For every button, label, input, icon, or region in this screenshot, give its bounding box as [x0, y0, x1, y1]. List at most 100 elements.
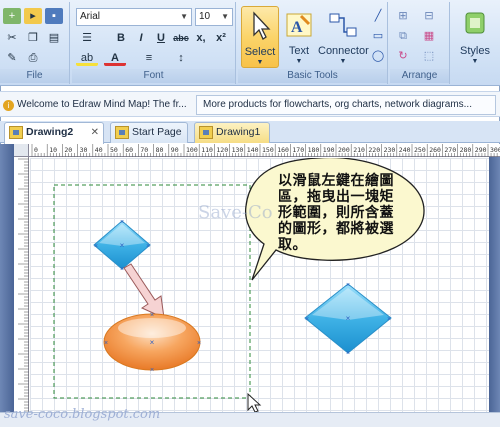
styles-button[interactable]: Styles ▼: [454, 6, 496, 68]
ruler-corner: [14, 144, 29, 157]
align-icon[interactable]: ≡: [138, 50, 160, 66]
ruler-tick-label: 90: [171, 146, 179, 154]
large-diamond-shape[interactable]: × × × × ×: [304, 282, 392, 357]
rotate-icon[interactable]: ↻: [394, 48, 412, 64]
copy-icon[interactable]: ❐: [24, 30, 42, 46]
bullets-icon[interactable]: ☰: [76, 30, 98, 46]
superscript-button[interactable]: x²: [212, 30, 230, 46]
document-tabs: Drawing2 ✕ Start Page Drawing1: [0, 121, 500, 144]
svg-text:×: ×: [387, 316, 391, 323]
ruler-tick-label: 210: [353, 146, 365, 154]
svg-text:×: ×: [150, 338, 155, 347]
size-icon[interactable]: ⬚: [420, 48, 438, 64]
ruler-tick-label: 30: [80, 146, 88, 154]
group-shapes-icon[interactable]: ⧉: [394, 28, 412, 44]
paste-icon[interactable]: ▤: [45, 30, 63, 46]
ruler-tick-label: 110: [201, 146, 213, 154]
drawing-icon: [199, 126, 213, 139]
footer-watermark: save-coco.blogspot.com: [4, 407, 161, 422]
ruler-tick-label: 270: [444, 146, 456, 154]
ruler-tick-label: 240: [399, 146, 411, 154]
tab-start-page[interactable]: Start Page: [110, 122, 188, 143]
text-tool-button[interactable]: A Text ▼: [280, 6, 318, 68]
drawing-canvas[interactable]: × × × × × × × × × × × × × × × Save-Co 以滑…: [30, 158, 489, 412]
group-arrange: ⊞ ⊟ ⧉ ▦ ↻ ⬚ Arrange: [390, 2, 450, 84]
ruler-tick-label: 190: [323, 146, 335, 154]
ruler-tick-label: 120: [216, 146, 228, 154]
info-banner: i Welcome to Edraw Mind Map! The fr... Mo…: [0, 91, 500, 117]
svg-text:×: ×: [346, 282, 350, 289]
ruler-tick-label: 220: [368, 146, 380, 154]
ellipse-shape[interactable]: × × × × ×: [103, 312, 201, 374]
connector-tool-label: Connector: [318, 45, 369, 57]
welcome-message[interactable]: i Welcome to Edraw Mind Map! The fr...: [0, 96, 190, 114]
ruler-tick-label: 150: [262, 146, 274, 154]
font-family-select[interactable]: Arial ▼: [76, 8, 192, 26]
tab-drawing1[interactable]: Drawing1: [194, 122, 270, 143]
styles-icon: [465, 12, 485, 34]
ruler-tick-label: 200: [338, 146, 350, 154]
bold-button[interactable]: B: [112, 30, 130, 46]
ruler-tick-label: 100: [186, 146, 198, 154]
group-label-file: File: [0, 69, 69, 83]
highlight-color-icon[interactable]: ab: [76, 50, 98, 66]
info-icon: i: [3, 100, 14, 111]
format-painter-icon[interactable]: ✎: [3, 50, 21, 66]
italic-button[interactable]: I: [132, 30, 150, 46]
font-size-value: 10: [199, 11, 211, 22]
tab-drawing2[interactable]: Drawing2 ✕: [4, 122, 104, 144]
small-diamond-shape[interactable]: × × × × ×: [93, 219, 151, 273]
font-size-select[interactable]: 10 ▼: [195, 8, 233, 26]
tab-label: Start Page: [132, 126, 182, 138]
align-shapes-icon[interactable]: ⊞: [394, 8, 412, 24]
chevron-down-icon: ▼: [221, 12, 229, 21]
pointer-icon: [253, 11, 271, 40]
line-tool-icon[interactable]: ╱: [369, 8, 387, 24]
select-tool-button[interactable]: Select ▼: [241, 6, 279, 68]
text-tool-icon: A: [286, 13, 312, 37]
mouse-cursor-icon: [247, 392, 262, 412]
open-icon[interactable]: ▸: [24, 8, 42, 24]
chevron-down-icon: ▼: [256, 59, 264, 66]
ruler-tick-label: 250: [414, 146, 426, 154]
font-color-icon[interactable]: A: [104, 50, 126, 66]
cut-icon[interactable]: ✂: [3, 30, 21, 46]
group-label-basic-tools: Basic Tools: [238, 69, 387, 83]
bring-front-icon[interactable]: ▦: [420, 28, 438, 44]
svg-text:×: ×: [346, 314, 351, 323]
watermark-text: Save-Co: [198, 202, 273, 223]
distribute-icon[interactable]: ⊟: [420, 8, 438, 24]
more-products-link[interactable]: More products for flowcharts, org charts…: [196, 95, 496, 115]
ruler-tick-label: 70: [140, 146, 148, 154]
line-spacing-icon[interactable]: ↕: [170, 50, 192, 66]
svg-text:×: ×: [146, 243, 150, 250]
tab-label: Drawing2: [26, 126, 74, 138]
vertical-ruler: [14, 157, 29, 412]
horizontal-ruler-ticks: 0 10 20 30 40 50 60 70 80 90 100 110 120 130 140 150 160…: [31, 144, 500, 157]
ruler-tick-label: 170: [292, 146, 304, 154]
svg-text:×: ×: [104, 340, 108, 347]
close-icon[interactable]: ✕: [91, 123, 99, 142]
svg-text:×: ×: [305, 316, 309, 323]
ellipse-tool-icon[interactable]: ◯: [369, 48, 387, 64]
strikethrough-button[interactable]: abc: [172, 30, 190, 46]
connector-arrow[interactable]: [123, 263, 165, 319]
subscript-button[interactable]: x,: [192, 30, 210, 46]
callout-line: 以滑鼠左鍵在繪圖: [278, 173, 394, 189]
ruler-tick-label: 130: [232, 146, 244, 154]
group-styles: Styles ▼: [452, 2, 498, 84]
ruler-tick-label: 40: [95, 146, 103, 154]
connector-tool-button[interactable]: Connector ▼: [318, 6, 369, 68]
ruler-tick-label: 230: [384, 146, 396, 154]
rectangle-tool-icon[interactable]: ▭: [369, 28, 387, 44]
underline-button[interactable]: U: [152, 30, 170, 46]
new-icon[interactable]: +: [3, 8, 21, 24]
print-icon[interactable]: ⎙: [24, 50, 42, 66]
callout-line: 區，拖曳出一塊矩: [278, 189, 394, 205]
save-icon[interactable]: ▪: [45, 8, 63, 24]
ruler-tick-label: 10: [49, 146, 57, 154]
select-tool-label: Select: [244, 46, 276, 58]
right-pane: [489, 157, 500, 412]
ruler-tick-label: 50: [110, 146, 118, 154]
tab-label: Drawing1: [216, 126, 261, 138]
